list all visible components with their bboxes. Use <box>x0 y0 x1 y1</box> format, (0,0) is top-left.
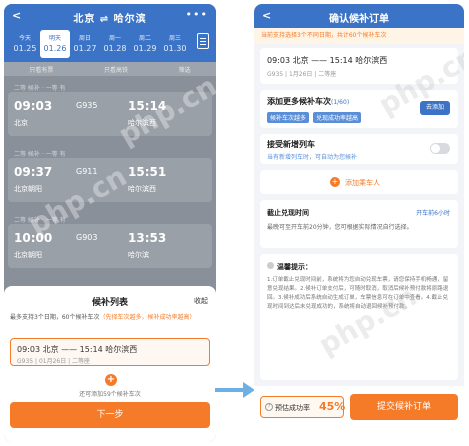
more-icon[interactable]: ••• <box>186 8 208 21</box>
date-cell-active[interactable]: 明天 01.26 <box>40 30 70 58</box>
seat-availability: 二等 候补 · 一等 有 <box>14 85 66 92</box>
date-weekday: 今天 <box>18 35 31 42</box>
date-weekday: 明天 <box>48 35 61 42</box>
train-number: G935 <box>76 101 98 110</box>
from-station: 北京 <box>14 119 28 127</box>
notes-card: 温馨提示： 1.订单截止兑现时间前，系统将为您自动兑现车票，请您保持手机畅通，留… <box>260 254 458 380</box>
seat-availability: 二等 候补 · 一等 有 <box>14 151 66 158</box>
date-weekday: 周三 <box>168 35 181 42</box>
filter-option[interactable]: 筛选 <box>179 65 191 74</box>
date-value: 01.27 <box>73 44 97 53</box>
date-cell[interactable]: 周日 01.27 <box>70 30 100 58</box>
train-list: 只看有票 只看高铁 筛选 二等 候补 · 一等 有 09:03 G935 15:… <box>4 62 216 292</box>
calendar-icon[interactable] <box>197 33 209 49</box>
date-strip: 今天 01.25 明天 01.26 周日 01.27 周一 01.28 周二 01.29 … <box>10 30 190 58</box>
chosen-train-title: 09:03 北京 —— 15:14 哈尔滨西 <box>17 345 138 354</box>
add-more-count: (1/60) <box>331 99 350 106</box>
right-screen: < 确认候补订单 当前支持选择3个不同日期，共计60个候补车次 09:03 北京… <box>254 4 464 442</box>
route-title: 北京 ⇌ 哈尔滨 <box>73 14 147 25</box>
add-more-title: 添加更多候补车次(1/60) <box>267 96 349 107</box>
tag: 候补车次越多 <box>267 112 310 123</box>
footer-bar: ? 预估成功率 45% 提交候补订单 <box>254 386 464 442</box>
departure-time: 09:37 <box>14 165 53 179</box>
train-list-header: < 北京 ⇌ 哈尔滨 ••• 今天 01.25 明天 01.26 周日 01.27 周… <box>4 4 216 62</box>
date-cell[interactable]: 周三 01.30 <box>160 30 190 58</box>
to-station: 哈尔滨 <box>128 251 149 259</box>
new-train-title: 接受新增列车 <box>267 140 315 149</box>
rate-label: 预估成功率 <box>275 404 310 412</box>
train-card[interactable]: 二等 候补 · 一等 有 09:03 G935 15:14 北京 哈尔滨西 <box>8 85 212 136</box>
date-value: 01.28 <box>103 44 127 53</box>
notice-bar: 当前支持选择3个不同日期，共计60个候补车次 <box>254 28 464 44</box>
plus-icon: + <box>330 177 340 187</box>
train-number: G911 <box>76 167 98 176</box>
chosen-train-sub: G935 | 01月26日 | 二等座 <box>17 358 91 365</box>
tag-row: 候补车次越多 兑现成功率越高 <box>267 112 362 123</box>
waitlist-sheet: 候补列表 收起 最多支持3个日期，60个候补车次（先择车次越多，候补成功率越高）… <box>4 286 216 442</box>
date-cell[interactable]: 今天 01.25 <box>10 30 40 58</box>
chosen-train-item[interactable]: 09:03 北京 —— 15:14 哈尔滨西 G935 | 01月26日 | 二… <box>10 338 210 366</box>
arrival-time: 15:51 <box>128 165 167 179</box>
date-weekday: 周一 <box>108 35 121 42</box>
hint-highlight: （先择车次越多，候补成功率越高） <box>99 314 196 321</box>
to-station: 哈尔滨西 <box>128 185 156 193</box>
add-passenger-card[interactable]: + 添加乘车人 <box>260 170 458 194</box>
from-station: 北京朝阳 <box>14 185 42 193</box>
date-cell[interactable]: 周二 01.29 <box>130 30 160 58</box>
hint-text: 最多支持3个日期，60个候补车次 <box>10 314 100 321</box>
sheet-hint: 最多支持3个日期，60个候补车次（先择车次越多，候补成功率越高） <box>10 313 210 333</box>
deadline-title: 截止兑现时间 <box>267 209 309 217</box>
submit-order-button[interactable]: 提交候补订单 <box>350 394 458 420</box>
date-value: 01.26 <box>43 44 67 53</box>
success-rate-box: ? 预估成功率 45% <box>260 396 346 418</box>
info-icon <box>267 262 274 269</box>
date-value: 01.25 <box>13 44 37 53</box>
question-icon[interactable]: ? <box>265 403 273 411</box>
date-value: 01.29 <box>133 44 157 53</box>
confirm-header: < 确认候补订单 <box>254 4 464 28</box>
arrow-shaft <box>215 388 245 392</box>
order-train-sub: G935 | 1月26日 | 二等座 <box>267 71 337 78</box>
next-button[interactable]: 下一步 <box>10 402 210 428</box>
train-card[interactable]: 二等 候补 · 一等 有 10:00 G903 13:53 北京朝阳 哈尔滨 <box>8 217 212 268</box>
new-train-card: 接受新增列车 当有新增列车时，可自动为您候补 <box>260 134 458 164</box>
arrival-time: 13:53 <box>128 231 167 245</box>
filter-row: 只看有票 只看高铁 筛选 <box>4 62 216 76</box>
date-value: 01.30 <box>163 44 187 53</box>
new-train-toggle[interactable] <box>430 143 450 154</box>
date-weekday: 周日 <box>78 35 91 42</box>
collapse-button[interactable]: 收起 <box>194 296 208 306</box>
rate-value: 45% <box>319 400 346 413</box>
deadline-select[interactable]: 开车前6小时 <box>416 208 450 217</box>
order-train-card: 09:03 北京 —— 15:14 哈尔滨西 G935 | 1月26日 | 二等… <box>260 48 458 84</box>
new-train-sub: 当有新增列车时，可自动为您候补 <box>267 154 358 161</box>
train-number: G903 <box>76 233 98 242</box>
seat-availability: 二等 候补 · 一等 有 <box>14 217 66 224</box>
left-screen: < 北京 ⇌ 哈尔滨 ••• 今天 01.25 明天 01.26 周日 01.27 周… <box>4 4 216 442</box>
filter-option[interactable]: 只看高铁 <box>104 65 128 74</box>
to-station: 哈尔滨西 <box>128 119 156 127</box>
page-title: 确认候补订单 <box>329 14 389 25</box>
add-passenger-label: 添加乘车人 <box>345 179 380 187</box>
add-train-icon[interactable]: + <box>105 374 117 386</box>
departure-time: 10:00 <box>14 231 53 245</box>
add-more-card: 添加更多候补车次(1/60) 候补车次越多 兑现成功率越高 去添加 <box>260 90 458 128</box>
filter-option[interactable]: 只看有票 <box>29 65 53 74</box>
departure-time: 09:03 <box>14 99 53 113</box>
notes-body: 1.订单截止兑现时间前，系统将为您自动兑现车票，请您保持手机畅通，留意兑现结果。… <box>267 277 449 310</box>
deadline-sub: 最晚可至开车前20分钟，您可根据实际情况自行选择。 <box>267 224 413 231</box>
deadline-card: 截止兑现时间 开车前6小时 最晚可至开车前20分钟，您可根据实际情况自行选择。 <box>260 200 458 248</box>
date-cell[interactable]: 周一 01.28 <box>100 30 130 58</box>
date-weekday: 周二 <box>138 35 151 42</box>
add-note: 还可添加59个候补车次 <box>79 391 141 398</box>
train-card[interactable]: 二等 候补 · 一等 有 09:37 G911 15:51 北京朝阳 哈尔滨西 <box>8 151 212 202</box>
add-more-title-text: 添加更多候补车次 <box>267 97 331 106</box>
go-add-button[interactable]: 去添加 <box>419 101 450 115</box>
arrival-time: 15:14 <box>128 99 167 113</box>
tag: 兑现成功率越高 <box>313 112 362 123</box>
sheet-title: 候补列表 <box>91 298 128 308</box>
notes-title: 温馨提示： <box>277 263 312 271</box>
order-train-title: 09:03 北京 —— 15:14 哈尔滨西 <box>267 56 388 65</box>
from-station: 北京朝阳 <box>14 251 42 259</box>
